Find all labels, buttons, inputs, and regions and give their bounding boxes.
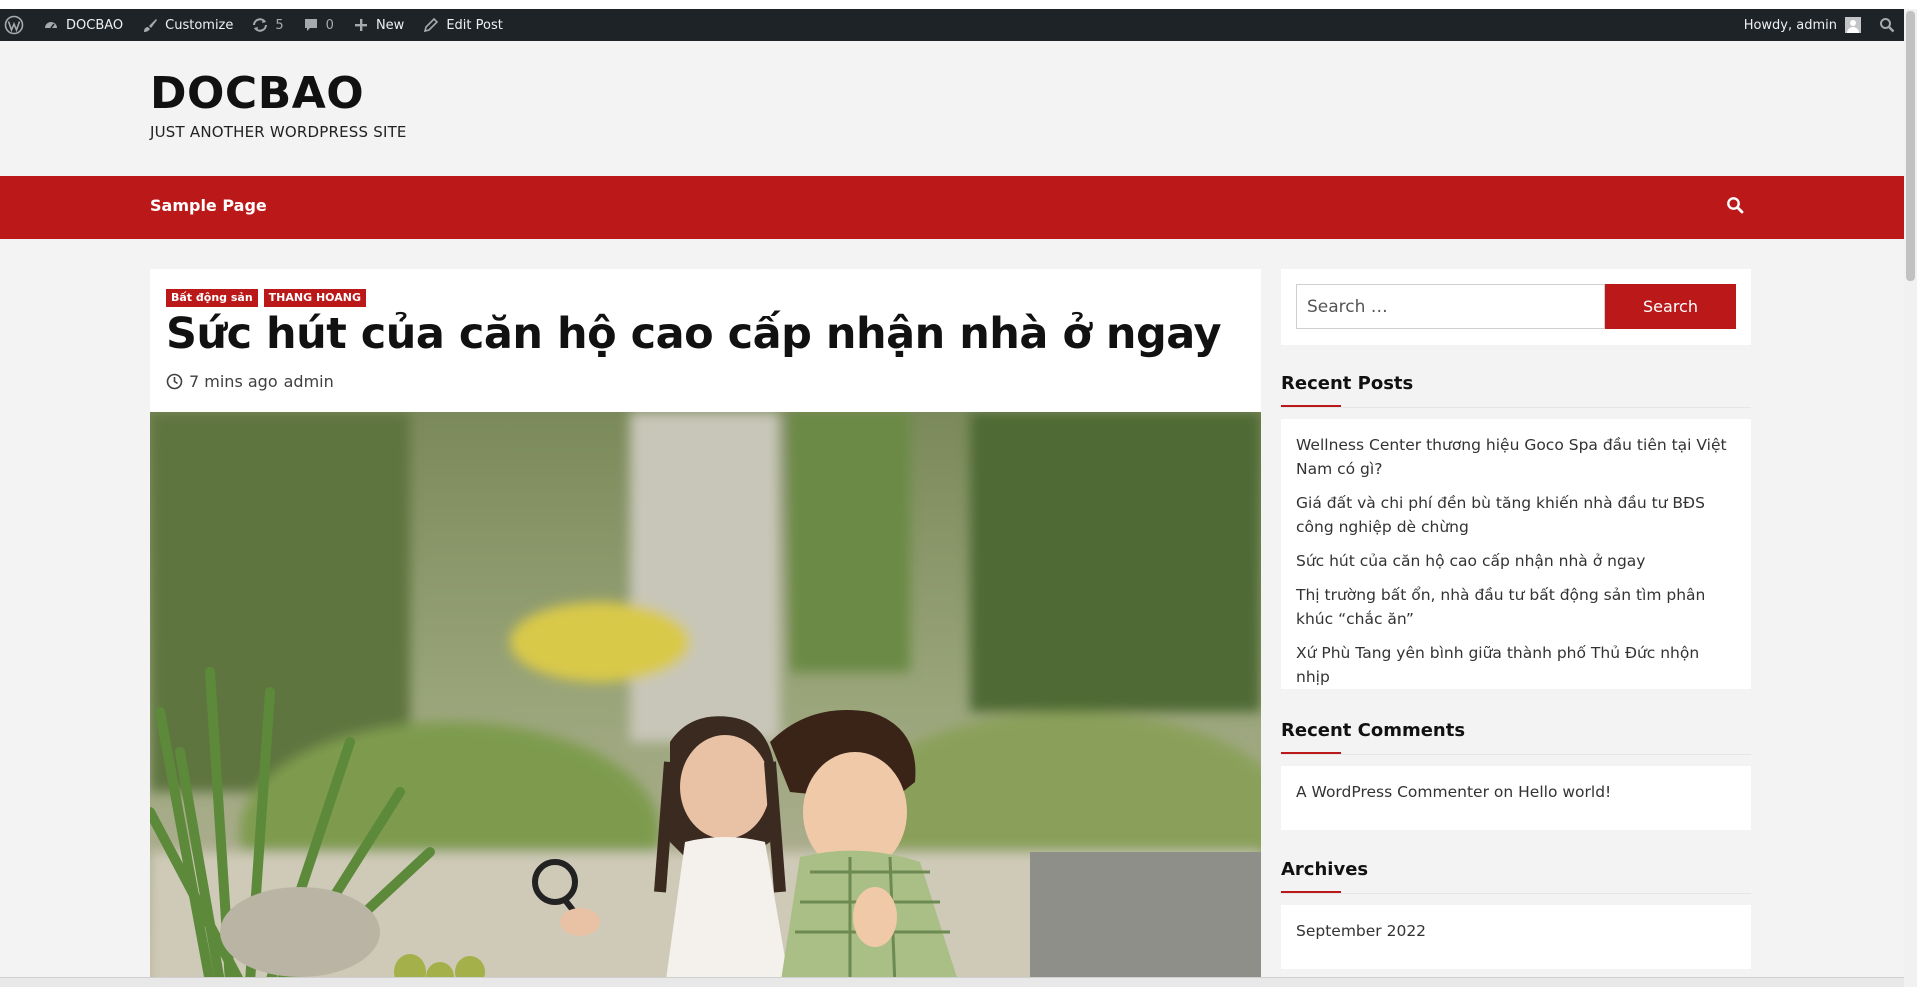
recent-post-link[interactable]: Xứ Phù Tang yên bình giữa thành phố Thủ … <box>1296 641 1736 689</box>
comments-link[interactable]: 0 <box>293 9 343 41</box>
wordpress-logo-button[interactable] <box>0 9 33 41</box>
comment-author-link[interactable]: A WordPress Commenter <box>1296 783 1489 801</box>
post-title: Sức hút của căn hộ cao cấp nhận nhà ở ng… <box>166 309 1222 359</box>
site-name-label: DOCBAO <box>66 17 124 33</box>
site-tagline: JUST ANOTHER WORDPRESS SITE <box>150 123 407 141</box>
plus-icon <box>352 16 370 34</box>
featured-image-illustration <box>150 412 1261 987</box>
category-tag[interactable]: Bất động sản <box>166 289 258 307</box>
nav-search-button[interactable] <box>1726 196 1746 216</box>
site-name-link[interactable]: DOCBAO <box>33 9 132 41</box>
recent-post-link[interactable]: Thị trường bất ổn, nhà đầu tư bất động s… <box>1296 583 1736 631</box>
admin-bar: DOCBAO Customize 5 0 New Edit Post Howdy… <box>0 9 1904 41</box>
recent-posts-list: Wellness Center thương hiệu Goco Spa đầu… <box>1281 419 1751 689</box>
post-article: Bất động sản THANG HOANG Sức hút của căn… <box>150 269 1261 987</box>
dashboard-icon <box>42 16 60 34</box>
customize-link[interactable]: Customize <box>132 9 242 41</box>
avatar <box>1845 17 1861 33</box>
customize-label: Customize <box>165 17 234 33</box>
archives-title: Archives <box>1281 859 1369 894</box>
archive-link[interactable]: September 2022 <box>1296 919 1736 943</box>
search-icon <box>1727 197 1744 214</box>
site-title[interactable]: DOCBAO <box>150 68 364 119</box>
post-categories: Bất động sản THANG HOANG <box>166 289 366 307</box>
featured-image <box>150 412 1261 987</box>
comment-icon <box>302 16 320 34</box>
post-author[interactable]: admin <box>284 372 334 391</box>
search-input[interactable] <box>1296 284 1605 329</box>
howdy-label: Howdy, admin <box>1743 17 1837 33</box>
updates-count: 5 <box>275 17 284 33</box>
new-label: New <box>375 17 405 33</box>
recent-post-link[interactable]: Wellness Center thương hiệu Goco Spa đầu… <box>1296 433 1736 481</box>
archives-list: September 2022 <box>1281 905 1751 969</box>
divider <box>1281 407 1751 408</box>
new-content-link[interactable]: New <box>343 9 413 41</box>
divider <box>1281 754 1751 755</box>
post-time: 7 mins ago <box>189 372 278 391</box>
search-widget: Search <box>1281 269 1751 345</box>
site-header: DOCBAO JUST ANOTHER WORDPRESS SITE <box>0 41 1904 176</box>
my-account-link[interactable]: Howdy, admin <box>1735 9 1870 41</box>
updates-icon <box>251 16 269 34</box>
post-meta: 7 mins ago admin <box>166 372 334 391</box>
recent-posts-title: Recent Posts <box>1281 373 1414 408</box>
main-navigation: Sample Page <box>0 176 1904 239</box>
page-scrollbar[interactable] <box>1904 9 1917 987</box>
pencil-icon <box>422 16 440 34</box>
divider <box>1281 893 1751 894</box>
recent-post-link[interactable]: Sức hút của căn hộ cao cấp nhận nhà ở ng… <box>1296 549 1736 573</box>
recent-comments-title: Recent Comments <box>1281 720 1466 755</box>
updates-link[interactable]: 5 <box>242 9 292 41</box>
recent-comment-item: A WordPress Commenter on Hello world! <box>1296 780 1736 804</box>
comments-count: 0 <box>325 17 334 33</box>
category-tag[interactable]: THANG HOANG <box>263 289 366 307</box>
browser-top-strip <box>0 0 1917 9</box>
clock-icon <box>166 373 183 390</box>
brush-icon <box>141 16 159 34</box>
comment-on-label: on <box>1493 783 1514 801</box>
edit-post-label: Edit Post <box>446 17 503 33</box>
admin-search-button[interactable] <box>1870 9 1904 41</box>
edit-post-link[interactable]: Edit Post <box>413 9 512 41</box>
comment-post-link[interactable]: Hello world! <box>1518 783 1611 801</box>
search-icon <box>1878 16 1896 34</box>
scrollbar-thumb[interactable] <box>1906 11 1915 281</box>
search-button[interactable]: Search <box>1605 284 1736 329</box>
wordpress-icon <box>4 15 24 35</box>
os-taskbar-edge <box>0 977 1904 987</box>
nav-item-sample-page[interactable]: Sample Page <box>150 196 267 215</box>
recent-comments-list: A WordPress Commenter on Hello world! <box>1281 766 1751 830</box>
recent-post-link[interactable]: Giá đất và chi phí đền bù tăng khiến nhà… <box>1296 491 1736 539</box>
